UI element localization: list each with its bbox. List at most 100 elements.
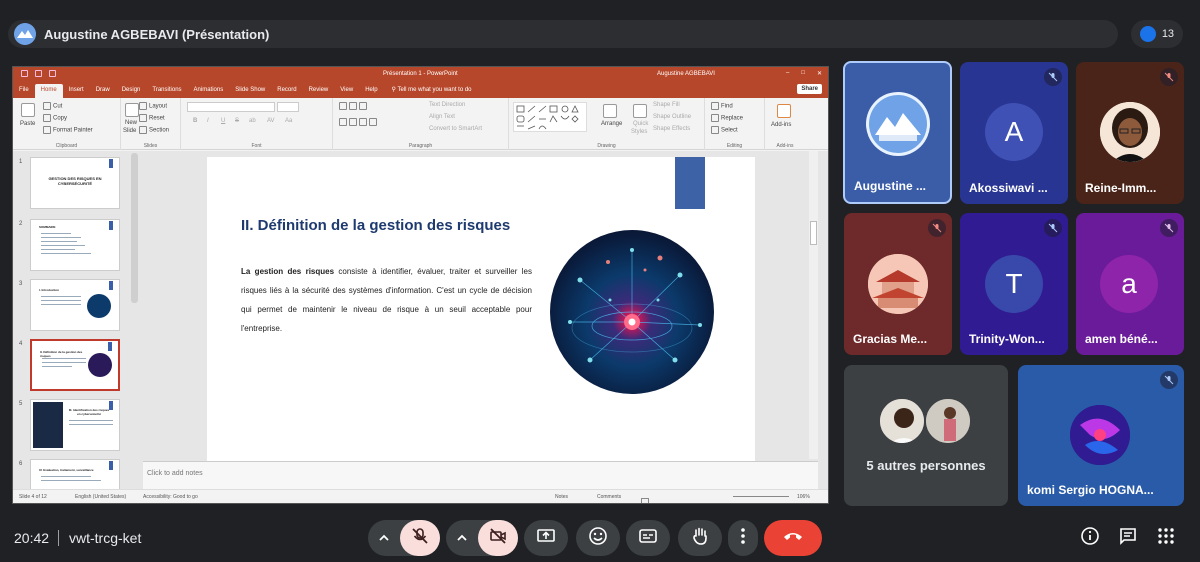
align-text-button[interactable]: Align Text — [429, 114, 455, 120]
reset-button[interactable]: Reset — [139, 114, 165, 122]
shape-fill-button[interactable]: Shape Fill — [653, 102, 680, 108]
minimize-icon[interactable]: – — [786, 70, 789, 77]
arrange-button[interactable]: Arrange — [601, 121, 622, 127]
strikethrough-button[interactable]: S — [235, 118, 239, 124]
shapes-gallery[interactable] — [513, 102, 587, 132]
cybersecurity-circle-image[interactable] — [550, 230, 714, 394]
participant-tile-komi[interactable]: komi Sergio HOGNA... — [1018, 365, 1184, 506]
camera-toggle-button[interactable] — [478, 520, 518, 556]
find-button[interactable]: Find — [711, 102, 733, 110]
participants-count-button[interactable]: 13 — [1131, 20, 1183, 48]
format-painter-button[interactable]: Format Painter — [43, 126, 93, 134]
tab-design[interactable]: Design — [116, 84, 147, 98]
chat-button[interactable] — [1116, 526, 1140, 550]
shadow-button[interactable]: ab — [249, 118, 256, 124]
text-direction-button[interactable]: Text Direction — [429, 102, 465, 108]
zoom-slider[interactable] — [733, 496, 789, 497]
underline-button[interactable]: U — [221, 118, 225, 124]
slide-thumbnail-1[interactable]: GESTION DES RISQUES EN CYBERSÉCURITÉ — [30, 157, 120, 209]
language-status[interactable]: English (United States) — [75, 494, 126, 500]
participant-tile-amen[interactable]: a amen béné... — [1076, 213, 1184, 355]
participant-tile-reine[interactable]: Reine-Imm... — [1076, 62, 1184, 204]
tab-animations[interactable]: Animations — [188, 84, 230, 98]
share-button[interactable]: Share — [797, 84, 822, 94]
select-button[interactable]: Select — [711, 126, 738, 134]
chevron-up-icon[interactable] — [456, 531, 468, 549]
layout-button[interactable]: Layout — [139, 102, 167, 110]
leave-call-button[interactable] — [764, 520, 822, 556]
accessibility-status[interactable]: Accessibility: Good to go — [143, 494, 198, 500]
tab-review[interactable]: Review — [303, 84, 335, 98]
zoom-level[interactable]: 106% — [797, 494, 810, 500]
bold-button[interactable]: B — [193, 118, 197, 124]
tab-view[interactable]: View — [334, 84, 359, 98]
thumbnails-scrollbar[interactable] — [131, 153, 138, 303]
comments-button[interactable]: Comments — [597, 494, 621, 500]
undo-icon[interactable] — [35, 70, 42, 77]
tab-help[interactable]: Help — [359, 84, 383, 98]
participant-tile-trinity[interactable]: T Trinity-Won... — [960, 213, 1068, 355]
quick-styles-icon[interactable] — [633, 104, 647, 118]
tab-home[interactable]: Home — [34, 84, 63, 98]
addins-icon[interactable] — [777, 104, 791, 118]
raise-hand-button[interactable] — [678, 520, 722, 556]
font-size-select[interactable] — [277, 102, 299, 112]
slide-thumbnail-5[interactable]: III. Identification des risques en cyber… — [30, 399, 120, 451]
quick-styles-label-1[interactable]: Quick — [633, 121, 648, 127]
paste-icon[interactable] — [21, 103, 35, 117]
more-options-button[interactable] — [728, 520, 758, 556]
cut-button[interactable]: Cut — [43, 102, 62, 110]
slide-thumbnail-2[interactable]: SOMMAIRE — [30, 219, 120, 271]
meeting-info-button[interactable] — [1078, 526, 1102, 550]
tab-insert[interactable]: Insert — [63, 84, 90, 98]
paste-button[interactable]: Paste — [20, 121, 35, 127]
justify-icon — [369, 118, 377, 126]
reactions-button[interactable] — [576, 520, 620, 556]
tab-file[interactable]: File — [13, 84, 35, 98]
chevron-up-icon[interactable] — [378, 531, 390, 549]
list-buttons[interactable] — [339, 102, 369, 110]
arrange-icon[interactable] — [603, 104, 617, 118]
tab-draw[interactable]: Draw — [90, 84, 116, 98]
participant-tile-augustine[interactable]: Augustine ... — [843, 61, 952, 204]
slide-title[interactable]: II. Définition de la gestion des risques — [241, 217, 510, 234]
captions-button[interactable] — [626, 520, 670, 556]
current-slide[interactable]: II. Définition de la gestion des risques… — [207, 157, 755, 465]
quick-styles-label-2[interactable]: Styles — [631, 129, 647, 135]
participant-tile-akossiwavi[interactable]: A Akossiwavi ... — [960, 62, 1068, 204]
replace-button[interactable]: Replace — [711, 114, 743, 122]
new-slide-label-2[interactable]: Slide — [123, 128, 136, 134]
participant-tile-gracias[interactable]: Gracias Me... — [844, 213, 952, 355]
tab-transitions[interactable]: Transitions — [146, 84, 187, 98]
present-screen-button[interactable] — [524, 520, 568, 556]
new-slide-label-1[interactable]: New — [125, 120, 137, 126]
section-button[interactable]: Section — [139, 126, 169, 134]
activities-button[interactable] — [1154, 526, 1178, 550]
slide-thumbnail-3[interactable]: I. Introduction — [30, 279, 120, 331]
tab-record[interactable]: Record — [271, 84, 302, 98]
font-name-select[interactable] — [187, 102, 275, 112]
shape-outline-button[interactable]: Shape Outline — [653, 114, 691, 120]
convert-smartart-button[interactable]: Convert to SmartArt — [429, 126, 482, 132]
notes-button[interactable]: Notes — [555, 494, 568, 500]
align-buttons[interactable] — [339, 118, 379, 126]
slide-body-text[interactable]: La gestion des risques consiste à identi… — [241, 262, 532, 338]
maximize-icon[interactable]: □ — [801, 70, 805, 77]
slide-thumbnail-4[interactable]: II. Définition de la gestion des risques — [30, 339, 120, 391]
tell-me-search[interactable]: ⚲ Tell me what you want to do — [392, 84, 472, 98]
save-icon[interactable] — [21, 70, 28, 77]
new-slide-icon[interactable] — [125, 103, 139, 117]
participant-tile-others[interactable]: 5 autres personnes — [844, 365, 1008, 506]
addins-button[interactable]: Add-ins — [771, 122, 791, 128]
char-spacing-button[interactable]: AV — [267, 118, 275, 124]
close-icon[interactable]: ✕ — [817, 70, 822, 77]
redo-icon[interactable] — [49, 70, 56, 77]
canvas-scrollbar[interactable] — [809, 151, 818, 459]
change-case-button[interactable]: Aa — [285, 118, 292, 124]
italic-button[interactable]: I — [207, 118, 209, 124]
copy-button[interactable]: Copy — [43, 114, 67, 122]
tab-slide-show[interactable]: Slide Show — [229, 84, 271, 98]
shape-effects-button[interactable]: Shape Effects — [653, 126, 690, 132]
notes-pane[interactable]: Click to add notes — [143, 461, 818, 489]
mic-toggle-button[interactable] — [400, 520, 440, 556]
